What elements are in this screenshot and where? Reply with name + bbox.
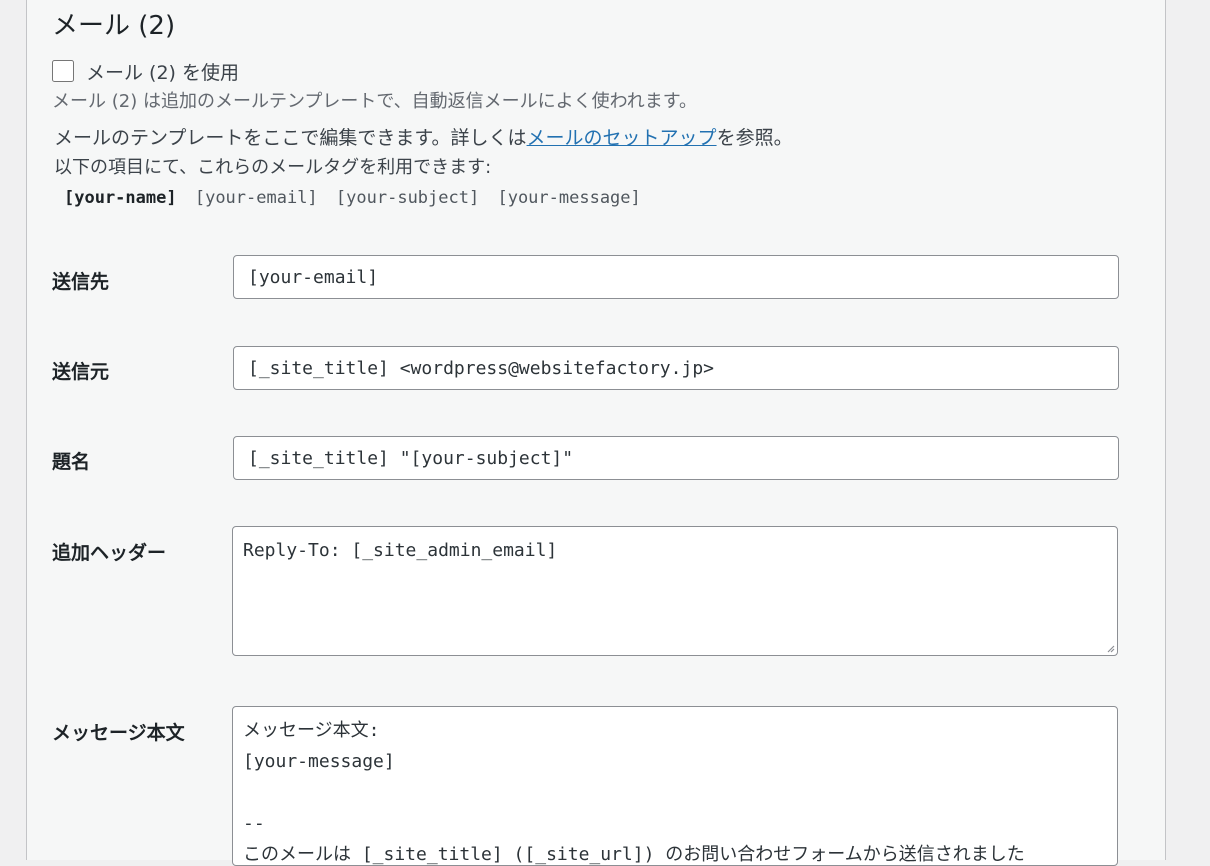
mail-tag-your-name[interactable]: [your-name] bbox=[64, 188, 177, 208]
section-title: メール (2) bbox=[52, 11, 176, 41]
additional-headers-textarea[interactable]: Reply-To: [_site_admin_email] bbox=[232, 526, 1118, 656]
message-body-label: メッセージ本文 bbox=[52, 722, 185, 744]
from-label: 送信元 bbox=[52, 361, 110, 383]
message-body-textarea[interactable]: メッセージ本文: [your-message] -- このメールは [_site… bbox=[232, 706, 1118, 866]
additional-headers-label: 追加ヘッダー bbox=[52, 542, 167, 564]
subject-input[interactable]: [_site_title] "[your-subject]" bbox=[233, 436, 1119, 480]
mail-tag-your-message[interactable]: [your-message] bbox=[497, 188, 640, 208]
resize-handle-icon[interactable] bbox=[1105, 643, 1115, 653]
help-text-line2: 以下の項目にて、これらのメールタグを利用できます: bbox=[54, 157, 492, 178]
mail-tag-your-email[interactable]: [your-email] bbox=[195, 188, 318, 208]
help-text-after-link: を参照。 bbox=[716, 127, 793, 149]
mail-2-description: メール (2) は追加のメールテンプレートで、自動返信メールによく使われます。 bbox=[52, 91, 697, 112]
use-mail-2-checkbox[interactable] bbox=[52, 60, 74, 82]
subject-label: 題名 bbox=[52, 451, 91, 473]
to-label: 送信先 bbox=[52, 271, 110, 293]
mail-setup-link[interactable]: メールのセットアップ bbox=[527, 127, 717, 149]
mail-tag-your-subject[interactable]: [your-subject] bbox=[336, 188, 479, 208]
help-text-before-link: メールのテンプレートをここで編集できます。詳しくは bbox=[54, 127, 527, 149]
use-mail-2-row[interactable]: メール (2) を使用 bbox=[52, 58, 239, 84]
additional-headers-text: Reply-To: [_site_admin_email] bbox=[243, 540, 558, 561]
from-input[interactable]: [_site_title] <wordpress@websitefactory.… bbox=[233, 346, 1119, 390]
to-input[interactable]: [your-email] bbox=[233, 255, 1119, 299]
mail-tags: [your-name] [your-email] [your-subject] … bbox=[64, 184, 649, 212]
help-text-line1: メールのテンプレートをここで編集できます。詳しくはメールのセットアップを参照。 bbox=[54, 124, 793, 152]
use-mail-2-label[interactable]: メール (2) を使用 bbox=[86, 58, 239, 85]
